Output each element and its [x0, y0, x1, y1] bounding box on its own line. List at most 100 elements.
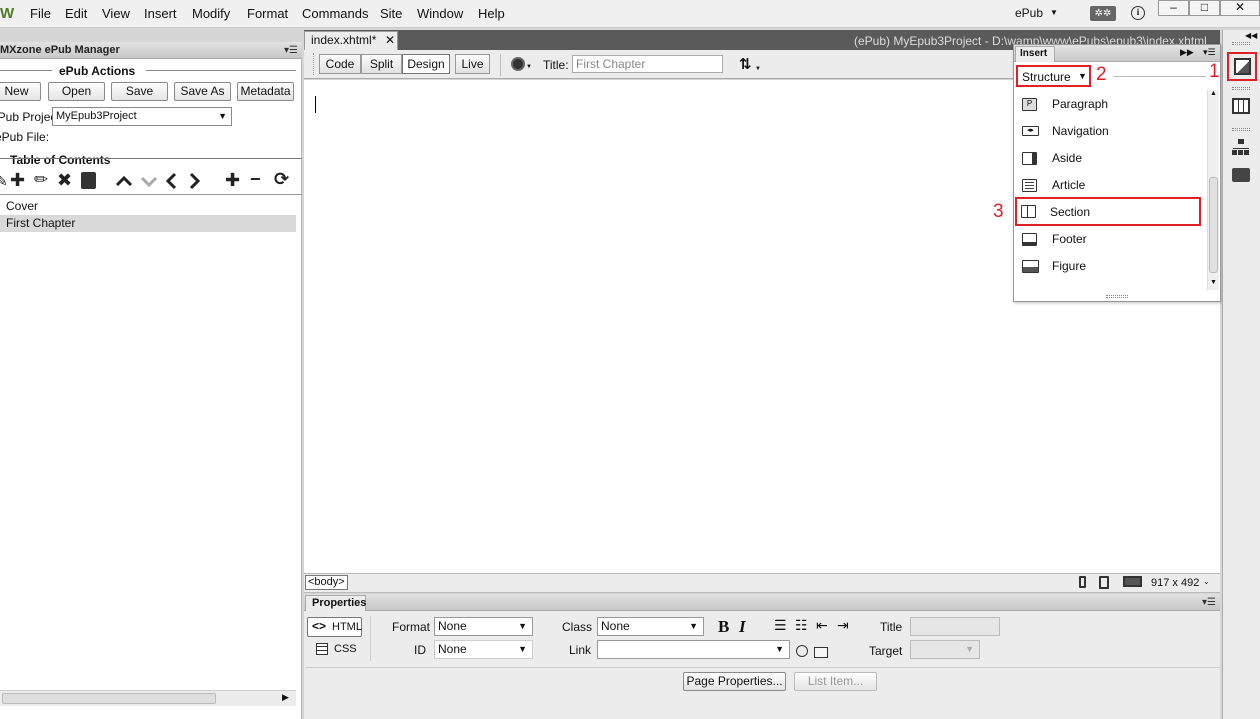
- menu-window[interactable]: Window: [417, 6, 463, 21]
- css-mode-button[interactable]: CSS: [314, 641, 362, 659]
- pen-icon[interactable]: ✎: [0, 172, 8, 190]
- insert-item-paragraph[interactable]: P Paragraph: [1016, 91, 1206, 118]
- unordered-list-icon[interactable]: ☰: [774, 617, 787, 634]
- close-icon[interactable]: ✕: [385, 32, 395, 49]
- menu-commands[interactable]: Commands: [302, 6, 368, 21]
- move-up-icon[interactable]: [115, 175, 133, 187]
- scroll-right-icon[interactable]: ▶: [282, 692, 289, 703]
- menu-view[interactable]: View: [102, 6, 130, 21]
- split-view-button[interactable]: Split: [361, 54, 402, 74]
- resize-grip[interactable]: [1106, 295, 1128, 298]
- remove-icon[interactable]: −: [250, 170, 261, 188]
- move-down-icon[interactable]: [140, 175, 158, 187]
- delete-icon[interactable]: ✖: [57, 171, 72, 189]
- id-select[interactable]: None ▼: [434, 640, 533, 659]
- menu-modify[interactable]: Modify: [192, 6, 230, 21]
- menu-insert[interactable]: Insert: [144, 6, 177, 21]
- toc-item-first-chapter[interactable]: First Chapter: [0, 215, 296, 232]
- bold-button[interactable]: B: [718, 617, 729, 637]
- scroll-up-icon[interactable]: ▲: [1210, 90, 1217, 97]
- format-select[interactable]: None ▼: [434, 617, 533, 636]
- chevron-down-icon[interactable]: ▼: [1050, 8, 1058, 17]
- workspace-switcher[interactable]: ePub: [1015, 6, 1043, 20]
- refresh-icon[interactable]: ⟳: [274, 170, 289, 188]
- gear-icon[interactable]: ✲✲: [1090, 6, 1116, 21]
- indent-icon[interactable]: [189, 172, 201, 190]
- insert-item-footer[interactable]: Footer: [1016, 226, 1206, 253]
- project-select[interactable]: MyEpub3Project ▼: [52, 107, 232, 126]
- menu-file[interactable]: File: [30, 6, 51, 21]
- mobile-size-icon[interactable]: [1079, 576, 1086, 588]
- expand-panels-icon[interactable]: ◀◀: [1245, 31, 1257, 40]
- outdent-icon[interactable]: [165, 172, 177, 190]
- target-select[interactable]: ▼: [910, 640, 980, 659]
- insert-panel-button[interactable]: [1227, 52, 1257, 81]
- collapse-icon[interactable]: ▶▶: [1180, 47, 1194, 58]
- folder-icon[interactable]: [814, 647, 828, 658]
- insert-item-navigation[interactable]: ◂▸ Navigation: [1016, 118, 1206, 145]
- page-properties-button[interactable]: Page Properties...: [683, 672, 786, 691]
- desktop-size-icon[interactable]: [1123, 576, 1142, 587]
- horizontal-scrollbar[interactable]: ▶: [0, 690, 296, 706]
- pencil-icon[interactable]: ✏: [34, 171, 48, 189]
- close-icon[interactable]: ✕: [1220, 0, 1260, 16]
- outdent-text-icon[interactable]: ⇤: [816, 617, 828, 634]
- window-size[interactable]: 917 x 492: [1151, 577, 1199, 589]
- live-view-button[interactable]: Live: [455, 54, 490, 74]
- minimize-icon[interactable]: –: [1158, 0, 1189, 16]
- tag-selector[interactable]: <body>: [305, 575, 348, 590]
- tablet-size-icon[interactable]: [1099, 576, 1109, 589]
- list-item-button[interactable]: List Item...: [794, 672, 877, 691]
- menu-format[interactable]: Format: [247, 6, 288, 21]
- ordered-list-icon[interactable]: ☷: [795, 617, 808, 634]
- design-view-button[interactable]: Design: [402, 54, 450, 74]
- insert-scroll-thumb[interactable]: [1209, 177, 1218, 273]
- add-child-icon[interactable]: ✚: [225, 171, 240, 189]
- title-prop-input[interactable]: [910, 617, 1000, 636]
- scroll-thumb[interactable]: [2, 693, 216, 704]
- chevron-down-icon[interactable]: ▼: [755, 66, 761, 72]
- code-view-button[interactable]: Code: [319, 54, 361, 74]
- trash-icon[interactable]: [81, 172, 96, 189]
- italic-button[interactable]: I: [739, 617, 746, 637]
- class-select[interactable]: None ▼: [597, 617, 704, 636]
- insert-tab[interactable]: Insert: [1015, 46, 1055, 62]
- html-mode-button[interactable]: <> HTML: [307, 617, 362, 637]
- link-input[interactable]: ▼: [597, 640, 790, 659]
- menu-site[interactable]: Site: [380, 6, 402, 21]
- save-as-button[interactable]: Save As: [174, 82, 231, 101]
- info-icon[interactable]: i: [1131, 6, 1145, 20]
- assets-icon[interactable]: [1232, 168, 1250, 182]
- point-to-file-icon[interactable]: [796, 645, 808, 657]
- divider: [146, 70, 296, 71]
- insert-item-article[interactable]: Article: [1016, 172, 1206, 199]
- globe-icon[interactable]: [511, 57, 525, 71]
- css-designer-icon[interactable]: [1232, 98, 1250, 114]
- file-transfer-icon[interactable]: ⇅: [739, 55, 752, 73]
- chevron-down-icon[interactable]: ⌄: [1203, 577, 1210, 586]
- restore-icon[interactable]: □: [1189, 0, 1220, 16]
- add-icon[interactable]: ✚: [10, 171, 25, 189]
- insert-item-figure[interactable]: Figure: [1016, 253, 1206, 280]
- indent-text-icon[interactable]: ⇥: [837, 617, 849, 634]
- scroll-down-icon[interactable]: ▼: [1210, 279, 1217, 286]
- panel-options-icon[interactable]: ▾☰: [1202, 597, 1216, 608]
- strip-grip: [1232, 42, 1250, 45]
- panel-options-icon[interactable]: ▾☰: [1203, 47, 1216, 58]
- metadata-button[interactable]: Metadata: [237, 82, 294, 101]
- chevron-down-icon[interactable]: ▼: [526, 64, 532, 70]
- menu-help[interactable]: Help: [478, 6, 505, 21]
- panel-options-icon[interactable]: ▾☰: [284, 45, 298, 56]
- properties-tab[interactable]: Properties: [305, 595, 366, 611]
- insert-item-aside[interactable]: Aside: [1016, 145, 1206, 172]
- title-input[interactable]: First Chapter: [572, 55, 723, 73]
- insert-item-section[interactable]: Section: [1015, 197, 1201, 226]
- files-tree-icon[interactable]: [1232, 139, 1250, 155]
- new-button[interactable]: New: [0, 82, 41, 101]
- document-tab[interactable]: index.xhtml* ✕: [304, 31, 398, 50]
- category-select[interactable]: Structure ▼: [1016, 65, 1091, 87]
- open-button[interactable]: Open: [48, 82, 105, 101]
- menu-edit[interactable]: Edit: [65, 6, 87, 21]
- save-button[interactable]: Save: [111, 82, 168, 101]
- toc-item-cover[interactable]: Cover: [0, 198, 296, 215]
